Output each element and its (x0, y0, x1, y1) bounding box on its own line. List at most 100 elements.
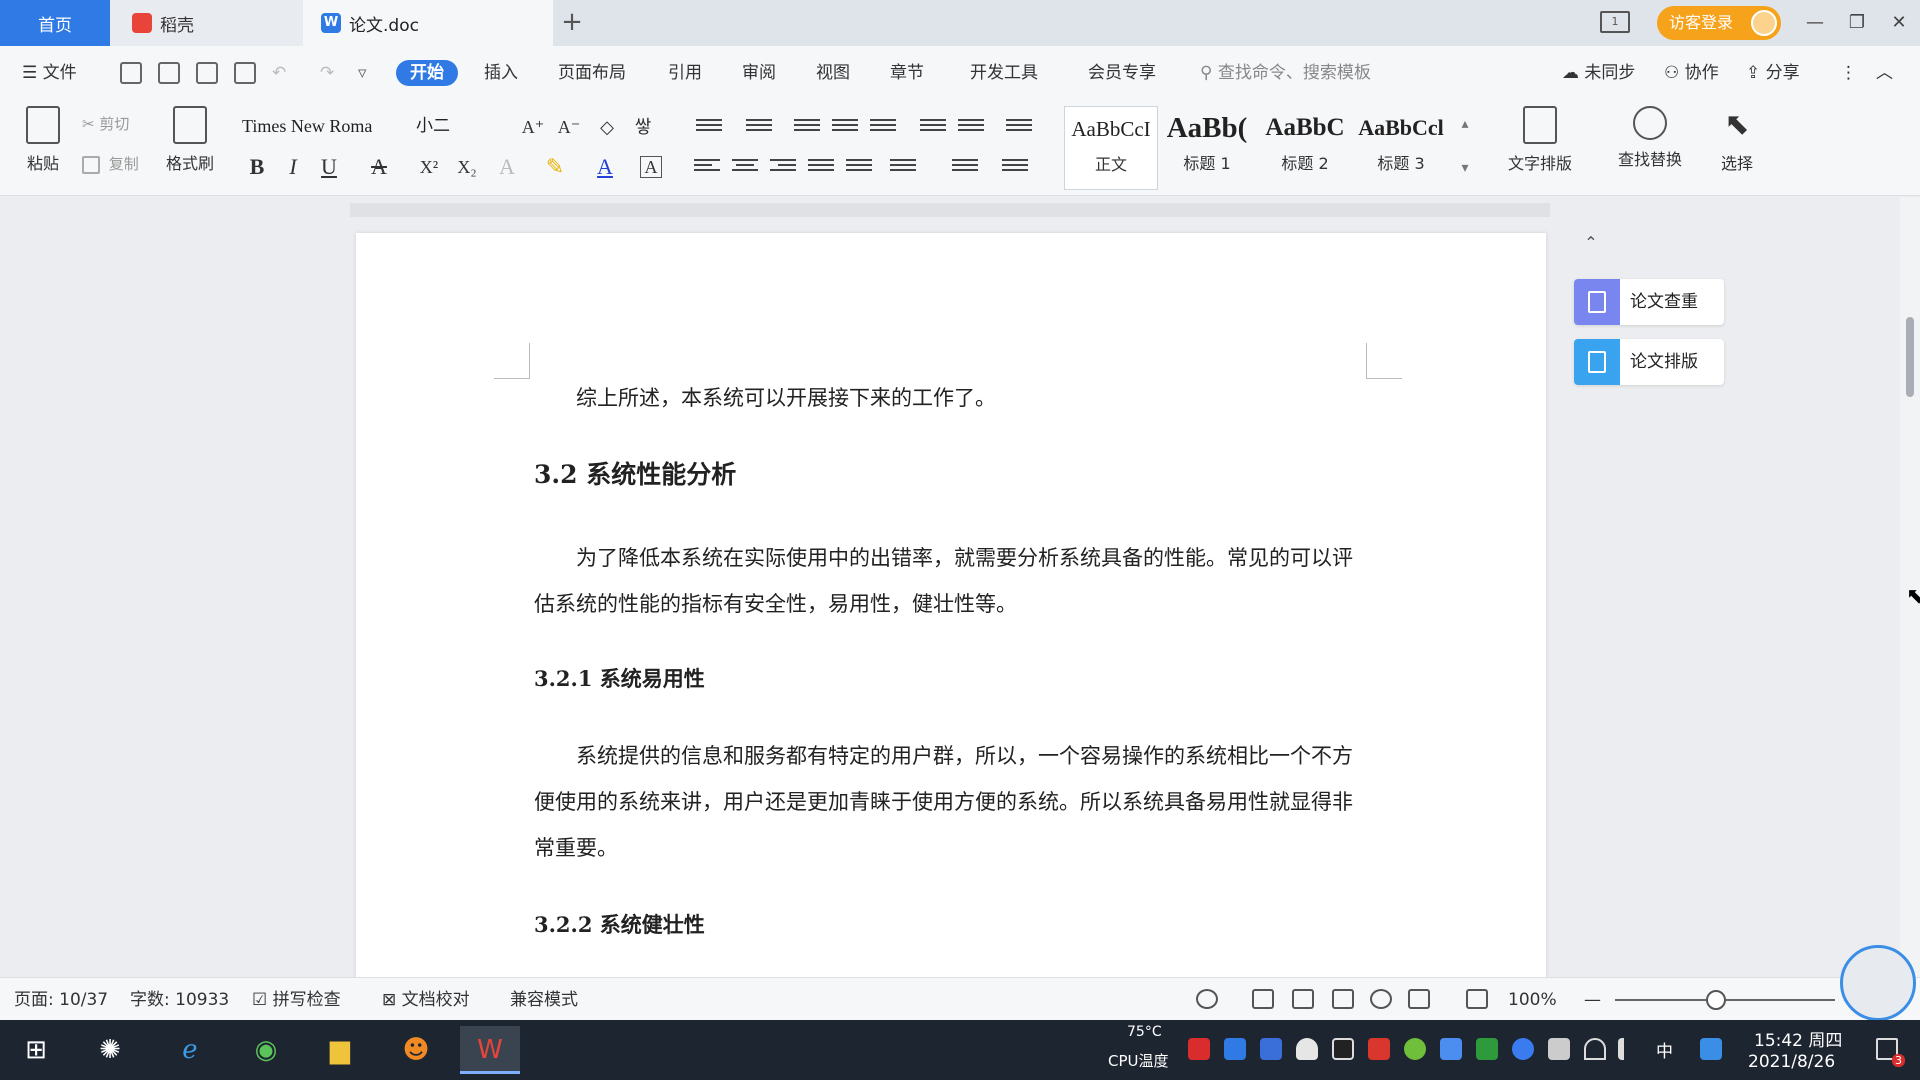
wps-office-icon[interactable]: W (460, 1026, 520, 1074)
format-painter-button[interactable]: 格式刷 (155, 106, 225, 190)
guest-login-button[interactable]: 访客登录 (1657, 6, 1781, 40)
clear-format-icon[interactable]: ◇ (592, 112, 622, 142)
clock-time[interactable]: 15:42 周四 (1754, 1026, 1842, 1051)
clock-date[interactable]: 2021/8/26 (1748, 1052, 1835, 1072)
restore-button[interactable]: ❐ (1842, 8, 1872, 38)
menu-tab-view[interactable]: 视图 (816, 60, 850, 86)
tray-bluetooth-icon[interactable] (1512, 1038, 1534, 1060)
document-page[interactable]: 综上所述，本系统可以开展接下来的工作了。 3.2 系统性能分析 为了降低本系统在… (356, 233, 1546, 977)
ie-browser-icon[interactable]: ℯ (160, 1026, 220, 1074)
share-button[interactable]: ⇪ 分享 (1746, 60, 1800, 86)
app-pinwheel-icon[interactable]: ✺ (80, 1026, 140, 1074)
shading-icon[interactable] (952, 156, 978, 178)
heading-3-2-2[interactable]: 3.2.2 系统健壮性 (534, 905, 1372, 945)
floating-assistant-icon[interactable] (1840, 945, 1916, 1021)
highlight-icon[interactable]: ✎ (540, 152, 570, 182)
heading-3-2-1[interactable]: 3.2.1 系统易用性 (534, 659, 1372, 699)
write-mode-icon[interactable] (1408, 989, 1430, 1009)
command-search[interactable]: ⚲ 查找命令、搜索模板 (1200, 60, 1371, 86)
decrease-indent-icon[interactable] (794, 116, 820, 138)
text-effect-icon[interactable]: A (492, 152, 522, 182)
paste-button[interactable]: 粘贴 (8, 106, 78, 190)
thesis-format-button[interactable]: 论文排版 (1574, 339, 1724, 385)
italic-button[interactable]: I (278, 152, 308, 182)
numbered-list-icon[interactable] (746, 116, 772, 138)
line-spacing-icon[interactable] (890, 156, 916, 178)
zoom-level-select[interactable]: 100% (1508, 988, 1557, 1012)
align-center-icon[interactable] (732, 156, 758, 178)
subscript-button[interactable]: X₂ (452, 152, 482, 182)
zoom-out-button[interactable]: — (1584, 988, 1601, 1012)
menu-tab-page-layout[interactable]: 页面布局 (558, 60, 626, 86)
font-color-button[interactable]: A (590, 152, 620, 182)
bold-button[interactable]: B (242, 152, 272, 182)
phonetic-guide-button[interactable]: 쌓 (628, 112, 658, 142)
distributed-align-icon[interactable] (846, 156, 872, 178)
tray-battery-icon[interactable] (1548, 1038, 1570, 1060)
window-layout-icon[interactable]: 1 (1600, 11, 1630, 33)
bullet-list-icon[interactable] (696, 116, 722, 138)
reading-view-icon[interactable] (1332, 989, 1354, 1009)
thesis-check-button[interactable]: 论文查重 (1574, 279, 1724, 325)
borders-icon[interactable] (1002, 156, 1028, 178)
menu-tab-start[interactable]: 开始 (396, 60, 458, 86)
underline-button[interactable]: U (314, 152, 344, 182)
styles-scroll-up-icon[interactable]: ▴ (1450, 110, 1480, 140)
chinese-layout-icon[interactable] (870, 116, 896, 138)
tray-wifi-icon[interactable] (1584, 1038, 1606, 1060)
new-tab-button[interactable]: + (557, 8, 587, 38)
print-preview-icon[interactable] (234, 62, 256, 84)
align-left-icon[interactable] (694, 156, 720, 178)
web-view-icon[interactable] (1370, 989, 1392, 1009)
ime-indicator[interactable]: 中 (1656, 1037, 1673, 1062)
superscript-button[interactable]: X² (414, 152, 444, 182)
scrollbar-thumb[interactable] (1906, 317, 1914, 397)
tray-weibo-icon[interactable] (1368, 1038, 1390, 1060)
shrink-font-button[interactable]: A⁻ (554, 112, 584, 142)
style-heading-3[interactable]: AaBbCcl 标题 3 (1354, 106, 1448, 190)
menu-tab-chapter[interactable]: 章节 (890, 60, 924, 86)
page-indicator[interactable]: 页面: 10/37 (14, 988, 108, 1012)
font-name-select[interactable]: Times New Roma (238, 112, 406, 140)
tray-network-tool-icon[interactable] (1224, 1038, 1246, 1060)
more-options-icon[interactable]: ⋮ (1840, 60, 1857, 86)
tray-volume-icon[interactable] (1618, 1038, 1640, 1060)
minimize-button[interactable]: — (1800, 8, 1830, 38)
style-heading-2[interactable]: AaBbC 标题 2 (1258, 106, 1352, 190)
close-button[interactable]: ✕ (1884, 8, 1914, 38)
tray-green-app-icon[interactable] (1404, 1038, 1426, 1060)
browser-360-icon[interactable]: ◉ (236, 1026, 296, 1074)
tray-blue-app-icon[interactable] (1440, 1038, 1462, 1060)
tray-shield-icon[interactable] (1260, 1038, 1282, 1060)
file-explorer-icon[interactable]: ▆ (310, 1026, 370, 1074)
heading-3-2[interactable]: 3.2 系统性能分析 (534, 455, 1372, 495)
show-marks-icon[interactable] (958, 116, 984, 138)
menu-tab-member[interactable]: 会员专享 (1088, 60, 1156, 86)
windows-start-icon[interactable]: ⊞ (6, 1026, 66, 1074)
fit-page-icon[interactable] (1466, 989, 1488, 1009)
collaborate-button[interactable]: ⚇ 协作 (1664, 60, 1719, 86)
customize-dropdown-icon[interactable]: ▿ (358, 60, 367, 86)
paragraph-summary[interactable]: 综上所述，本系统可以开展接下来的工作了。 (534, 375, 1372, 421)
font-size-select[interactable]: 小二 (412, 112, 508, 140)
cut-button[interactable]: ✂ 剪切 (82, 112, 129, 136)
increase-indent-icon[interactable] (832, 116, 858, 138)
sort-icon[interactable] (920, 116, 946, 138)
text-layout-button[interactable]: 文字排版 (1494, 106, 1586, 190)
tab-document[interactable]: W 论文.doc (303, 0, 553, 46)
menu-tab-developer[interactable]: 开发工具 (970, 60, 1038, 86)
app-cartoon-icon[interactable]: ☻ (386, 1026, 446, 1074)
tray-qq-icon[interactable] (1332, 1038, 1354, 1060)
tab-home[interactable]: 首页 (0, 0, 110, 46)
page-view-icon[interactable] (1252, 989, 1274, 1009)
menu-tab-insert[interactable]: 插入 (484, 60, 518, 86)
copy-button[interactable]: 复制 (82, 152, 139, 176)
styles-expand-icon[interactable]: ▾ (1450, 154, 1480, 184)
paragraph-performance[interactable]: 为了降低本系统在实际使用中的出错率，就需要分析系统具备的性能。常见的可以评估系统… (534, 535, 1372, 627)
menu-tab-review[interactable]: 审阅 (742, 60, 776, 86)
redo-icon[interactable]: ↷ (320, 60, 334, 86)
find-replace-button[interactable]: 查找替换 (1604, 106, 1696, 190)
paragraph-usability[interactable]: 系统提供的信息和服务都有特定的用户群，所以，一个容易操作的系统相比一个不方便使用… (534, 733, 1372, 871)
proofread-button[interactable]: ⊠ 文档校对 (382, 988, 470, 1012)
table-tool-icon[interactable] (1006, 116, 1032, 138)
